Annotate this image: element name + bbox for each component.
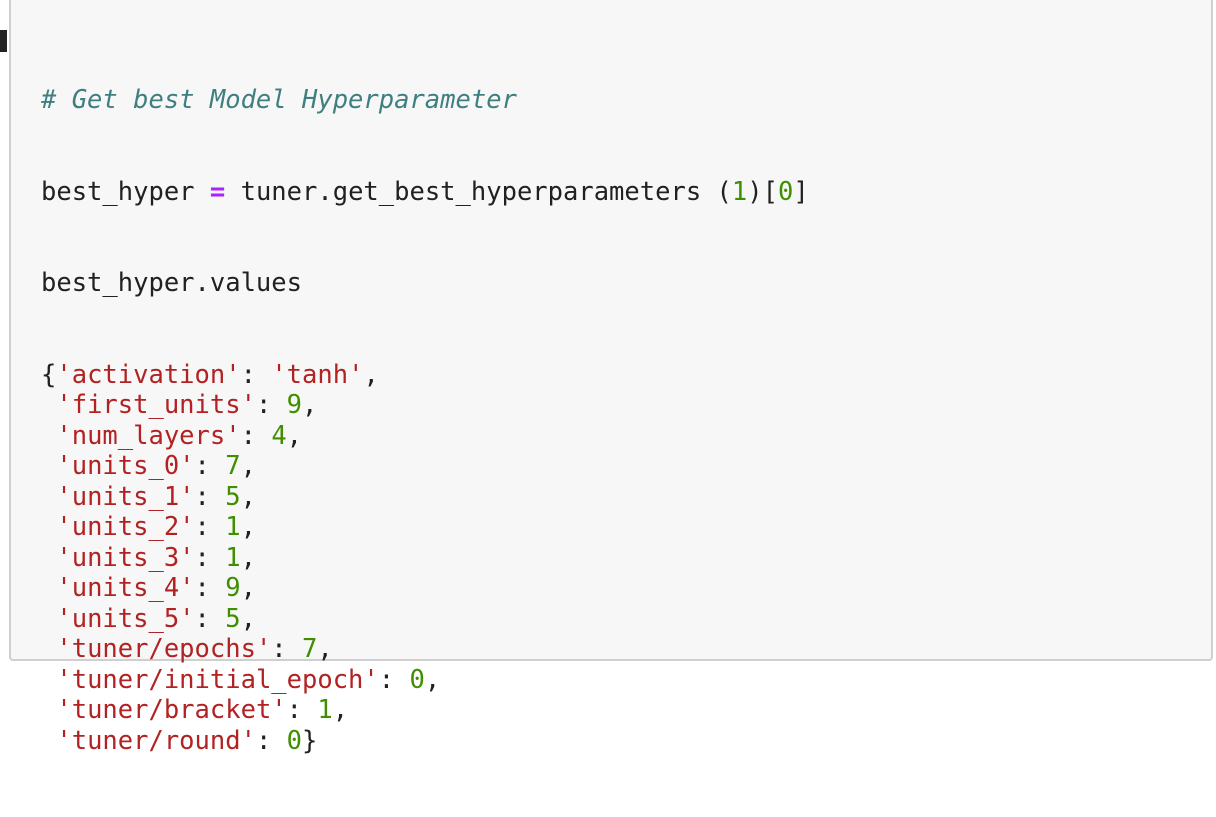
dict-value: 4 xyxy=(271,420,287,451)
dict-suffix: , xyxy=(240,512,256,542)
dict-separator: : xyxy=(240,359,272,390)
output-dict-entry: 'units_4': 9, xyxy=(41,573,809,604)
dict-prefix xyxy=(41,634,56,664)
dict-key: 'units_2' xyxy=(56,512,195,542)
dict-prefix xyxy=(41,421,56,451)
dict-suffix: , xyxy=(240,481,256,512)
code-close-bracket: ] xyxy=(793,176,809,207)
code-call-arg: 1 xyxy=(731,176,748,207)
dict-suffix: , xyxy=(240,542,256,573)
dict-prefix: { xyxy=(41,359,57,390)
dict-value: 9 xyxy=(286,390,303,420)
dict-separator: : xyxy=(286,695,318,725)
dict-suffix: } xyxy=(302,725,318,756)
dict-prefix xyxy=(41,665,56,695)
dict-value: 5 xyxy=(225,603,241,634)
output-dict-entry: 'units_0': 7, xyxy=(41,451,809,482)
code-assign-operator: = xyxy=(209,176,226,207)
dict-key: 'units_3' xyxy=(56,542,195,573)
dict-key: 'activation' xyxy=(56,359,241,390)
code-values-expr: best_hyper.values xyxy=(41,268,302,298)
output-dict-entry: 'units_5': 5, xyxy=(41,604,809,635)
dict-prefix xyxy=(41,451,56,481)
dict-key: 'num_layers' xyxy=(56,420,241,451)
dict-suffix: , xyxy=(424,664,441,695)
output-dict-entry: 'tuner/epochs': 7, xyxy=(41,634,809,665)
dict-value: 1 xyxy=(225,512,241,542)
dict-separator: : xyxy=(255,725,287,756)
dict-prefix xyxy=(41,543,56,573)
dict-prefix xyxy=(41,482,56,512)
dict-key: 'units_1' xyxy=(56,481,195,512)
dict-value: 1 xyxy=(225,542,241,573)
cell-output: {'activation': 'tanh', 'first_units': 9,… xyxy=(41,360,809,757)
code-comment: # Get best Model Hyperparameter xyxy=(41,85,517,115)
code-variable: best_hyper xyxy=(41,176,210,207)
dict-separator: : xyxy=(240,420,272,451)
dict-separator: : xyxy=(378,664,410,695)
dict-key: 'tuner/epochs' xyxy=(56,634,272,664)
output-dict-entry: 'units_1': 5, xyxy=(41,482,809,513)
code-call-bracket: )[ xyxy=(747,176,778,207)
dict-value: 1 xyxy=(317,695,333,725)
output-dict-entry: 'units_3': 1, xyxy=(41,543,809,574)
dict-prefix xyxy=(41,390,56,420)
dict-separator: : xyxy=(194,481,226,512)
dict-value: 0 xyxy=(409,664,425,695)
code-line-comment: # Get best Model Hyperparameter xyxy=(41,85,809,116)
dict-value: 9 xyxy=(225,573,241,603)
dict-suffix: , xyxy=(240,573,256,603)
dict-key: 'units_4' xyxy=(56,573,195,603)
dict-value: 7 xyxy=(225,451,241,481)
output-dict-entry: 'tuner/initial_epoch': 0, xyxy=(41,665,809,696)
dict-key: 'tuner/bracket' xyxy=(56,695,287,725)
output-dict-entry: 'tuner/round': 0} xyxy=(41,726,809,757)
dict-suffix: , xyxy=(317,634,333,664)
dict-key: 'tuner/initial_epoch' xyxy=(56,664,379,695)
dict-prefix xyxy=(41,695,56,725)
dict-separator: : xyxy=(194,512,226,542)
dict-prefix xyxy=(41,604,56,634)
output-dict-entry: 'first_units': 9, xyxy=(41,390,809,421)
dict-suffix: , xyxy=(302,390,318,420)
dict-prefix xyxy=(41,726,56,756)
output-dict-entry: 'tuner/bracket': 1, xyxy=(41,695,809,726)
code-line-assignment: best_hyper = tuner.get_best_hyperparamet… xyxy=(41,177,809,208)
cell-active-marker xyxy=(0,30,7,52)
code-call: tuner.get_best_hyperparameters ( xyxy=(225,176,732,207)
dict-suffix: , xyxy=(240,451,256,481)
dict-separator: : xyxy=(194,542,226,573)
dict-suffix: , xyxy=(286,420,303,451)
dict-separator: : xyxy=(194,451,226,481)
output-dict-entry: 'num_layers': 4, xyxy=(41,421,809,452)
dict-key: 'units_5' xyxy=(56,603,195,634)
dict-prefix xyxy=(41,573,56,603)
dict-prefix xyxy=(41,512,56,542)
output-dict-entry: {'activation': 'tanh', xyxy=(41,360,809,391)
dict-value: 0 xyxy=(286,725,303,756)
dict-suffix: , xyxy=(332,695,349,725)
notebook-code-cell[interactable]: # Get best Model Hyperparameter best_hyp… xyxy=(9,0,1213,756)
dict-separator: : xyxy=(194,603,226,634)
dict-separator: : xyxy=(194,573,226,603)
code-line-values: best_hyper.values xyxy=(41,268,809,299)
dict-key: 'first_units' xyxy=(56,390,256,420)
dict-key: 'tuner/round' xyxy=(56,725,256,756)
dict-value: 'tanh' xyxy=(271,359,364,390)
dict-value: 5 xyxy=(225,481,241,512)
dict-suffix: , xyxy=(240,603,256,634)
code-area[interactable]: # Get best Model Hyperparameter best_hyp… xyxy=(41,24,809,817)
dict-suffix: , xyxy=(363,359,379,390)
code-index: 0 xyxy=(777,176,794,207)
dict-key: 'units_0' xyxy=(56,451,195,481)
output-dict-entry: 'units_2': 1, xyxy=(41,512,809,543)
dict-separator: : xyxy=(255,390,287,420)
dict-value: 7 xyxy=(302,634,318,664)
dict-separator: : xyxy=(271,634,303,664)
